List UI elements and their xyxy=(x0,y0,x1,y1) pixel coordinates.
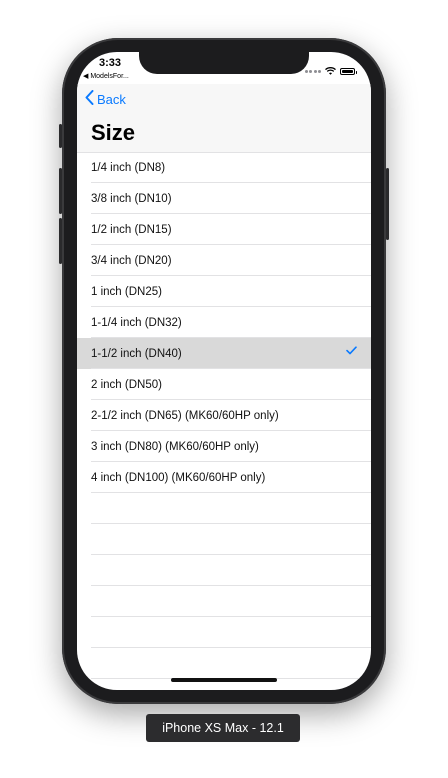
status-time: 3:33 xyxy=(99,57,122,69)
chevron-left-icon xyxy=(85,90,94,108)
empty-row xyxy=(77,617,371,648)
back-to-app-link[interactable]: ◀ ModelsFor... xyxy=(83,72,129,80)
list-item-label: 3 inch (DN80) (MK60/60HP only) xyxy=(91,440,259,453)
list-item-label: 1/4 inch (DN8) xyxy=(91,161,166,174)
list-item-label: 3/4 inch (DN20) xyxy=(91,254,172,267)
list-item-label: 1-1/4 inch (DN32) xyxy=(91,316,182,329)
screen: 3:33 ◀ ModelsFor... Back Size 1/4 inch (… xyxy=(77,52,371,690)
status-indicators xyxy=(304,62,357,80)
list-item-size[interactable]: 2 inch (DN50) xyxy=(77,369,371,400)
list-item-size-selected[interactable]: 1-1/2 inch (DN40) xyxy=(77,338,371,369)
empty-row xyxy=(77,493,371,524)
list-item-label: 1/2 inch (DN15) xyxy=(91,223,172,236)
device-label: iPhone XS Max - 12.1 xyxy=(146,714,300,742)
empty-row xyxy=(77,555,371,586)
empty-row xyxy=(77,586,371,617)
list-item-label: 2 inch (DN50) xyxy=(91,378,162,391)
page-title: Size xyxy=(91,120,136,145)
cellular-signal-icon xyxy=(304,69,321,73)
list-item-label: 2-1/2 inch (DN65) (MK60/60HP only) xyxy=(91,409,279,422)
list-item-label: 1-1/2 inch (DN40) xyxy=(91,347,182,360)
empty-row xyxy=(77,524,371,555)
wifi-icon xyxy=(325,62,336,80)
size-list: 1/4 inch (DN8) 3/8 inch (DN10) 1/2 inch … xyxy=(77,152,371,679)
list-item-size[interactable]: 1-1/4 inch (DN32) xyxy=(77,307,371,338)
checkmark-icon xyxy=(346,346,357,358)
list-item-size[interactable]: 1/2 inch (DN15) xyxy=(77,214,371,245)
list-item-label: 1 inch (DN25) xyxy=(91,285,162,298)
list-item-size[interactable]: 2-1/2 inch (DN65) (MK60/60HP only) xyxy=(77,400,371,431)
volume-up-button xyxy=(59,168,62,214)
list-item-label: 4 inch (DN100) (MK60/60HP only) xyxy=(91,471,266,484)
back-button[interactable]: Back xyxy=(85,90,126,108)
notch xyxy=(139,52,309,74)
mute-switch xyxy=(59,124,62,148)
home-indicator[interactable] xyxy=(171,678,277,682)
list-item-size[interactable]: 1/4 inch (DN8) xyxy=(77,152,371,183)
navigation-bar: Back Size xyxy=(77,84,371,152)
list-item-size[interactable]: 4 inch (DN100) (MK60/60HP only) xyxy=(77,462,371,493)
list-item-label: 3/8 inch (DN10) xyxy=(91,192,172,205)
list-item-size[interactable]: 3/4 inch (DN20) xyxy=(77,245,371,276)
list-item-size[interactable]: 1 inch (DN25) xyxy=(77,276,371,307)
battery-icon xyxy=(340,67,357,75)
list-item-size[interactable]: 3 inch (DN80) (MK60/60HP only) xyxy=(77,431,371,462)
volume-down-button xyxy=(59,218,62,264)
empty-row xyxy=(77,648,371,679)
power-button xyxy=(386,168,389,240)
list-item-size[interactable]: 3/8 inch (DN10) xyxy=(77,183,371,214)
back-button-label: Back xyxy=(97,91,126,107)
